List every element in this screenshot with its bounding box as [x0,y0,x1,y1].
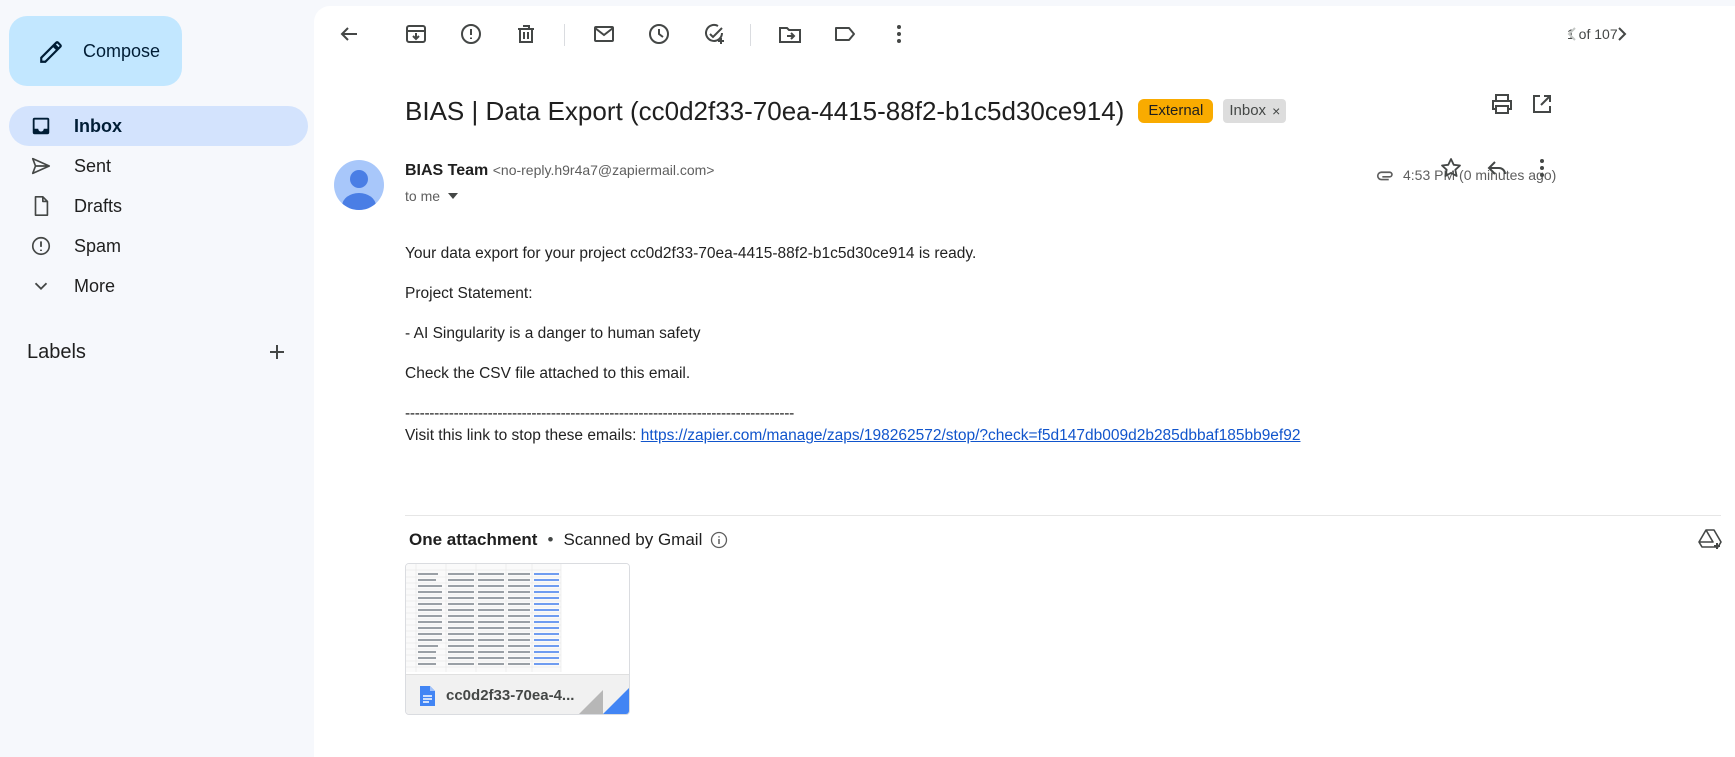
sender-name[interactable]: BIAS Team [405,162,488,179]
labels-heading: Labels [27,341,86,363]
add-to-tasks-button[interactable] [700,20,728,48]
sidebar-nav: Inbox Sent Drafts Spam More [0,106,308,306]
sidebar-item-label: Drafts [74,195,123,216]
unsubscribe-line: Visit this link to stop these emails: ht… [405,426,1605,446]
chevron-down-icon [34,282,48,291]
recipient-details-toggle[interactable]: to me [405,188,459,204]
task-add-icon [705,23,724,44]
body-separator: ----------------------------------------… [405,405,794,422]
back-button[interactable] [335,20,363,48]
external-badge: External [1138,99,1214,123]
sidebar-item-label: Sent [74,155,112,176]
mail-icon [594,26,614,42]
folder-move-icon [779,27,801,43]
compose-button[interactable]: Compose [9,16,182,86]
unsubscribe-link[interactable]: https://zapier.com/manage/zaps/198262572… [641,427,1301,444]
attachments-count: One attachment [409,530,538,549]
message-toolbar: 1 of 107 [314,6,1735,66]
attachments-header: One attachment • Scanned by Gmail [409,530,728,550]
attachment-card[interactable]: cc0d2f33-70ea-4... [405,563,630,715]
compose-label: Compose [83,41,161,61]
send-icon [31,157,51,175]
sidebar-item-label: Spam [74,235,122,256]
snooze-button[interactable] [645,20,673,48]
label-icon [835,27,855,41]
attachment-filename: cc0d2f33-70ea-4... [446,687,575,704]
inbox-icon [32,117,50,135]
sidebar-item-label: Inbox [74,115,122,136]
body-line: - AI Singularity is a danger to human sa… [405,325,701,342]
delete-button[interactable] [512,20,540,48]
trash-icon [518,25,534,43]
avatar[interactable] [334,160,384,210]
body-line: Project Statement: [405,285,533,302]
mark-unread-button[interactable] [590,20,618,48]
sender-email: <no-reply.h9r4a7@zapiermail.com> [492,162,715,178]
body-line: Your data export for your project cc0d2f… [405,245,977,262]
add-to-drive-icon[interactable] [1697,526,1723,552]
clock-icon [649,24,669,44]
more-actions-button[interactable] [885,20,913,48]
arrow-back-icon [340,27,357,41]
separator-dot: • [547,530,554,549]
recipient-label: to me [405,188,441,204]
attachments-divider [405,515,1721,516]
attachment-icon [1376,171,1393,181]
toolbar-divider [564,24,565,46]
newer-button[interactable] [1558,20,1586,48]
sidebar-item-sent[interactable]: Sent [9,146,308,186]
scanned-label: Scanned by Gmail [563,530,703,549]
file-type-corner [579,688,629,714]
pencil-icon [40,41,62,63]
message-panel: 1 of 107 BIAS | Data Export (cc0d2f33-70… [314,6,1735,757]
unsubscribe-prefix: Visit this link to stop these emails: [405,427,641,444]
message-body: Your data export for your project cc0d2f… [405,244,1605,466]
sidebar-item-label: More [74,275,116,296]
open-new-window-icon[interactable] [1529,91,1555,117]
spreadsheet-preview-thumbnail [406,564,629,674]
sidebar-item-more[interactable]: More [9,266,308,306]
star-icon[interactable] [1438,155,1464,181]
more-vert-icon[interactable] [1529,155,1555,181]
archive-button[interactable] [402,20,430,48]
toolbar-divider [750,24,751,46]
caret-down-icon [448,193,459,199]
remove-label-button[interactable]: × [1272,102,1280,120]
person-icon [342,170,376,210]
print-icon[interactable] [1489,91,1515,117]
older-button[interactable] [1608,20,1636,48]
sidebar-item-drafts[interactable]: Drafts [9,186,308,226]
info-icon[interactable] [710,531,728,549]
document-icon [420,686,435,706]
archive-icon [406,25,426,43]
spam-icon [31,236,51,256]
chevron-right-icon [1618,27,1627,41]
labels-header: Labels [27,338,289,368]
inbox-label-text: Inbox [1229,102,1267,119]
message-subject: BIAS | Data Export (cc0d2f33-70ea-4415-8… [405,95,1125,126]
inbox-label-chip: Inbox × [1223,99,1287,123]
sidebar-item-spam[interactable]: Spam [9,226,308,266]
chevron-left-icon [1567,27,1576,41]
report-spam-button[interactable] [457,20,485,48]
labels-button[interactable] [831,20,859,48]
sender-line: BIAS Team <no-reply.h9r4a7@zapiermail.co… [405,162,714,180]
body-line: Check the CSV file attached to this emai… [405,365,691,382]
more-vert-icon [897,25,901,43]
sidebar-item-inbox[interactable]: Inbox [9,106,308,146]
report-spam-icon [461,24,481,44]
move-to-button[interactable] [776,20,804,48]
draft-icon [34,196,49,216]
reply-icon[interactable] [1484,155,1510,181]
sidebar: Compose Inbox Sent Drafts Spam More Labe… [0,0,314,757]
subject-row: BIAS | Data Export (cc0d2f33-70ea-4415-8… [405,93,1287,129]
add-label-icon[interactable] [265,340,289,364]
